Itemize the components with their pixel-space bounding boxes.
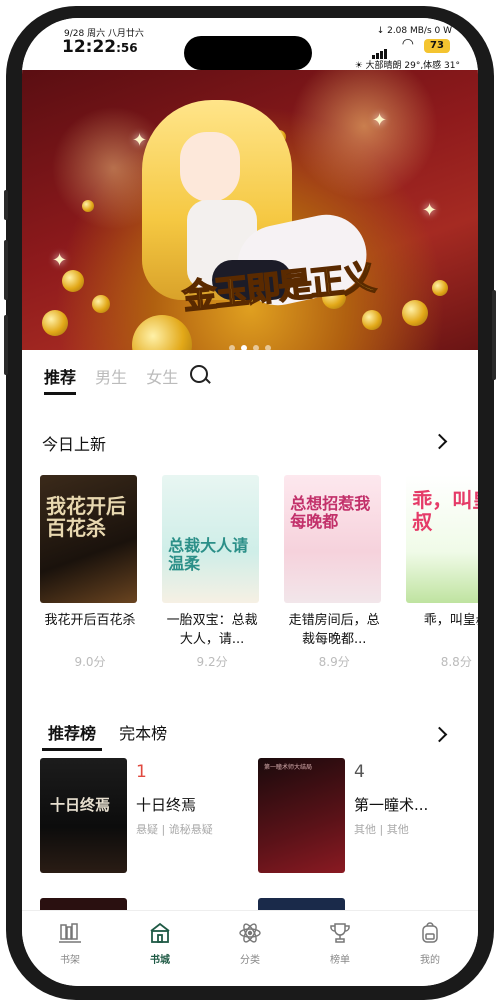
book-card[interactable]: 总裁大人请温柔 一胎双宝：总裁大人，请... 9.2分 [162, 475, 262, 670]
store-icon [148, 921, 172, 945]
nav-ranking[interactable]: 榜单 [310, 921, 370, 966]
book-score: 9.2分 [196, 655, 228, 669]
new-books-row: 我花开后百花杀 我花开后百花杀 9.0分 总裁大人请温柔 一胎双宝：总裁大人，请… [40, 475, 478, 675]
section-title-new-today: 今日上新 [42, 435, 107, 454]
book-title: 走错房间后，总裁每晚都... [288, 613, 380, 647]
book-score: 8.8分 [440, 655, 472, 669]
rank-item[interactable]: 十日终焉 1 十日终焉 悬疑 | 诡秘悬疑 [40, 758, 240, 878]
tab-female[interactable]: 女生 [146, 364, 178, 388]
network-speed: ↓ 2.08 MB/s 0 W [376, 26, 452, 36]
book-cover: 我花开后百花杀 [40, 475, 137, 603]
dynamic-island [184, 36, 312, 70]
ranking-tabs: 推荐榜 完本榜 [41, 720, 185, 751]
tab-recommend-rank[interactable]: 推荐榜 [41, 720, 103, 751]
side-button [4, 190, 8, 220]
status-time: 12:22:56 [62, 37, 138, 57]
battery-indicator: 73 [424, 39, 450, 53]
tab-male[interactable]: 男生 [95, 364, 127, 388]
book-card[interactable]: 乖，叫皇叔 乖，叫皇叔 8.8分 [406, 475, 478, 670]
book-card[interactable]: 我花开后百花杀 我花开后百花杀 9.0分 [40, 475, 140, 670]
rank-cover: 第一瞳术师大结局 [258, 758, 345, 873]
book-title: 一胎双宝：总裁大人，请... [166, 613, 258, 647]
rank-number: 1 [136, 762, 147, 782]
book-cover: 总想招惹我 每晚都 [284, 475, 382, 603]
status-bar: 9/28 周六 八月廿六 12:22:56 ↓ 2.08 MB/s 0 W ◠ … [22, 18, 478, 71]
trophy-icon [328, 921, 352, 945]
category-icon [238, 921, 262, 945]
bookshelf-icon [58, 921, 82, 945]
tab-finished-rank[interactable]: 完本榜 [119, 720, 167, 744]
nav-mine[interactable]: 我的 [400, 921, 460, 966]
volume-down-button [4, 315, 8, 375]
book-score: 9.0分 [74, 655, 106, 669]
promo-banner[interactable]: ✦ ✦ ✦ ✦ 金玉即是正义 [22, 70, 478, 350]
rank-cover: 十日终焉 [40, 758, 127, 873]
bottom-nav: 书架 书城 分类 榜单 我的 [22, 910, 478, 986]
tab-recommend[interactable]: 推荐 [44, 364, 77, 395]
screen: 9/28 周六 八月廿六 12:22:56 ↓ 2.08 MB/s 0 W ◠ … [22, 18, 478, 986]
weather-text: ☀ 大部晴朗 29°,体感 31° [354, 61, 460, 71]
book-title: 我花开后百花杀 [44, 613, 136, 628]
book-score: 8.9分 [318, 655, 350, 669]
backpack-icon [418, 921, 442, 945]
chevron-right-icon[interactable] [431, 433, 448, 450]
wifi-icon: ◠ [401, 36, 414, 52]
banner-pager [22, 336, 478, 350]
nav-bookshelf[interactable]: 书架 [40, 921, 100, 966]
rank-genre: 悬疑 | 诡秘悬疑 [136, 823, 213, 836]
rank-number: 4 [354, 762, 365, 782]
rank-item[interactable]: 第一瞳术师大结局 4 第一瞳术... 其他 | 其他 [258, 758, 458, 878]
nav-category[interactable]: 分类 [220, 921, 280, 966]
chevron-right-icon[interactable] [431, 726, 448, 743]
volume-up-button [4, 240, 8, 300]
book-card[interactable]: 总想招惹我 每晚都 走错房间后，总裁每晚都... 8.9分 [284, 475, 384, 670]
rank-title: 第一瞳术... [354, 796, 429, 814]
power-button [492, 290, 496, 380]
book-cover: 乖，叫皇叔 [406, 475, 478, 603]
rank-genre: 其他 | 其他 [354, 823, 409, 836]
nav-store[interactable]: 书城 [130, 921, 190, 966]
signal-icon [372, 40, 388, 59]
rank-title: 十日终焉 [136, 796, 197, 814]
search-icon[interactable] [190, 365, 208, 383]
book-cover: 总裁大人请温柔 [162, 475, 260, 603]
book-title: 乖，叫皇叔 [423, 613, 478, 628]
channel-tabs: 推荐 男生 女生 [44, 364, 192, 396]
